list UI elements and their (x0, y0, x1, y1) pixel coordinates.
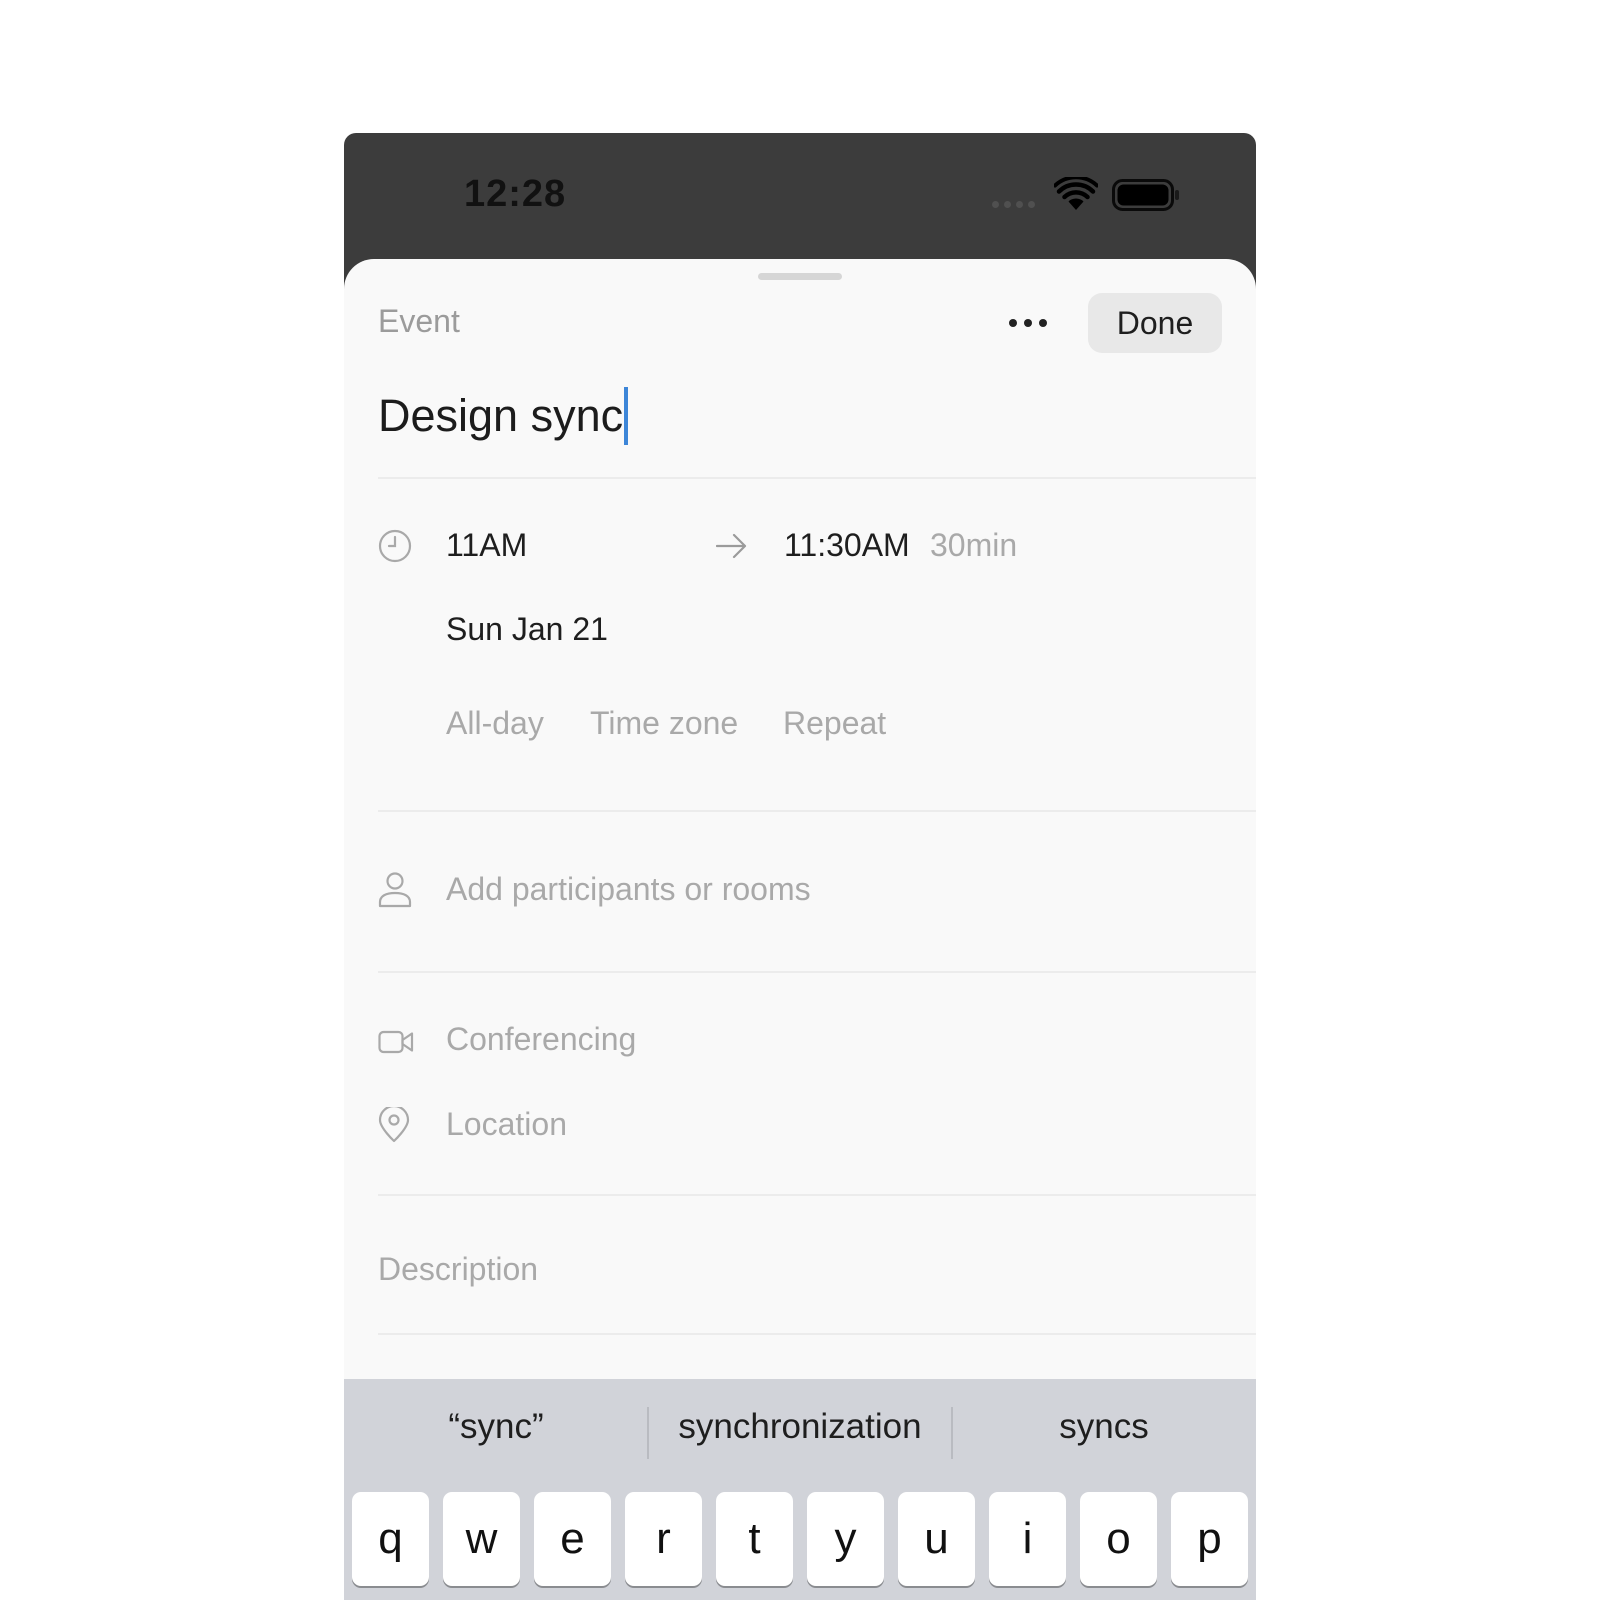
event-title-text: Design sync (378, 390, 624, 441)
done-button[interactable]: Done (1088, 293, 1222, 353)
text-caret (624, 387, 629, 445)
description-field[interactable]: Description (378, 1251, 538, 1288)
divider (378, 1194, 1256, 1196)
event-title-input[interactable]: Design sync (378, 381, 1198, 451)
divider (378, 971, 1256, 973)
key-i[interactable]: i (989, 1492, 1066, 1586)
suggestion-1[interactable]: “sync” (344, 1407, 648, 1447)
key-o[interactable]: o (1080, 1492, 1157, 1586)
sheet-kind-label: Event (378, 303, 460, 339)
battery-icon (1112, 179, 1179, 211)
more-icon[interactable] (1004, 309, 1052, 337)
divider (378, 1333, 1256, 1335)
key-t[interactable]: t (716, 1492, 793, 1586)
sheet-grabber[interactable] (758, 273, 842, 280)
key-u[interactable]: u (898, 1492, 975, 1586)
key-w[interactable]: w (443, 1492, 520, 1586)
status-time: 12:28 (464, 173, 567, 215)
key-q[interactable]: q (352, 1492, 429, 1586)
add-participants-field[interactable]: Add participants or rooms (446, 871, 811, 908)
arrow-right-icon (716, 533, 747, 559)
location-pin-icon (378, 1107, 410, 1143)
clock-icon (378, 529, 412, 563)
conferencing-field[interactable]: Conferencing (446, 1021, 636, 1058)
key-e[interactable]: e (534, 1492, 611, 1586)
keyboard: “sync” synchronization syncs q w e r t y… (344, 1379, 1256, 1600)
start-time[interactable]: 11AM (446, 527, 527, 564)
suggestion-3[interactable]: syncs (952, 1407, 1256, 1447)
location-field[interactable]: Location (446, 1106, 567, 1143)
end-time[interactable]: 11:30AM (784, 527, 910, 564)
divider (378, 810, 1256, 812)
duration-label: 30min (930, 527, 1018, 563)
wifi-icon (1054, 177, 1098, 210)
cellular-signal-icon (992, 201, 1035, 208)
phone-screen: 12:28 Event Done Design sync 11AM 11:30A… (344, 133, 1256, 1600)
time-zone-option[interactable]: Time zone (590, 705, 738, 742)
status-bar: 12:28 (344, 133, 1256, 259)
event-date[interactable]: Sun Jan 21 (446, 611, 608, 648)
keyboard-top-row: q w e r t y u i o p (352, 1492, 1248, 1586)
repeat-option[interactable]: Repeat (783, 705, 886, 742)
key-y[interactable]: y (807, 1492, 884, 1586)
suggestion-2[interactable]: synchronization (648, 1407, 952, 1447)
key-p[interactable]: p (1171, 1492, 1248, 1586)
person-icon (378, 872, 412, 908)
divider (378, 477, 1256, 479)
video-camera-icon (378, 1030, 414, 1054)
all-day-option[interactable]: All-day (446, 705, 544, 742)
key-r[interactable]: r (625, 1492, 702, 1586)
